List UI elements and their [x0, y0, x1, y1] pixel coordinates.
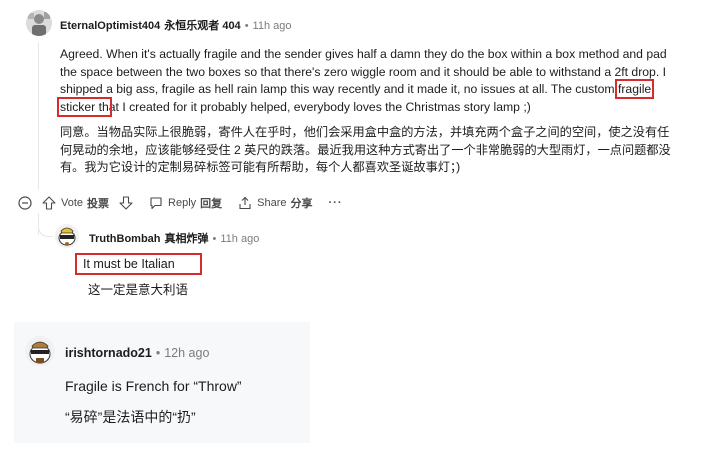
comment-text-en: Agreed. When it's actually fragile and t…: [56, 46, 672, 117]
thread-line[interactable]: [38, 42, 39, 190]
more-options-button[interactable]: ···: [329, 197, 343, 209]
reply-bubble-icon: [150, 197, 162, 210]
snoo-avatar-icon: [58, 227, 76, 246]
highlighted-reply-text: It must be Italian: [75, 253, 202, 275]
avatar[interactable]: [26, 10, 52, 36]
comment-text-part: at I created for it probably helped, eve…: [108, 99, 531, 114]
comment-text-en: Fragile is French for “Throw”: [65, 378, 242, 394]
share-button[interactable]: Share 分享: [238, 195, 313, 211]
upvote-button[interactable]: Vote 投票: [42, 195, 109, 211]
username[interactable]: EternalOptimist404: [60, 20, 160, 32]
username[interactable]: TruthBombah: [89, 233, 161, 245]
timestamp[interactable]: 11h ago: [220, 233, 259, 245]
separator-dot: •: [155, 346, 161, 360]
user-avatar-icon: [26, 10, 52, 36]
collapse-minus-icon: [18, 196, 32, 210]
reply-label-translation: 回复: [200, 198, 223, 210]
downvote-button[interactable]: [119, 196, 133, 210]
downvote-arrow-icon: [119, 196, 133, 210]
username-translation: 真相炸弹: [164, 233, 209, 245]
comment-meta: EternalOptimist404 永恒乐观者 404 • 11h ago: [60, 17, 292, 33]
share-label: Share: [257, 197, 287, 209]
comment-action-bar: Vote 投票 Reply 回复 Share 分享 ···: [18, 193, 359, 213]
separator-dot: •: [244, 20, 249, 32]
snoo-avatar-icon: [29, 341, 51, 364]
username[interactable]: irishtornado21: [65, 346, 152, 360]
comment-text-cn: “易碎”是法语中的“扔”: [65, 409, 196, 425]
share-label-translation: 分享: [290, 198, 313, 210]
reply-text-cn: 这一定是意大利语: [88, 283, 189, 297]
comment-meta: TruthBombah 真相炸弹 • 11h ago: [89, 230, 259, 246]
share-upload-icon: [239, 196, 251, 210]
username-translation: 永恒乐观者 404: [164, 20, 241, 32]
vote-label-translation: 投票: [87, 198, 110, 210]
reply-button[interactable]: Reply 回复: [149, 195, 222, 211]
comment-meta: irishtornado21 • 12h ago: [65, 346, 209, 360]
comment-text-part: Agreed. When it's actually fragile and t…: [60, 47, 667, 96]
avatar[interactable]: [55, 224, 79, 248]
separator-dot: •: [212, 233, 217, 245]
avatar[interactable]: [25, 336, 55, 366]
upvote-arrow-icon: [42, 196, 56, 210]
reply-label: Reply: [168, 197, 197, 209]
comment-text-cn: 同意。当物品实际上很脆弱，寄件人在乎时，他们会采用盒中盒的方法，并填充两个盒子之…: [60, 125, 671, 174]
timestamp[interactable]: 11h ago: [253, 20, 292, 32]
vote-label: Vote: [61, 197, 84, 209]
timestamp[interactable]: 12h ago: [164, 346, 209, 360]
collapse-button[interactable]: [18, 196, 32, 210]
comment-body: Agreed. When it's actually fragile and t…: [56, 46, 672, 177]
